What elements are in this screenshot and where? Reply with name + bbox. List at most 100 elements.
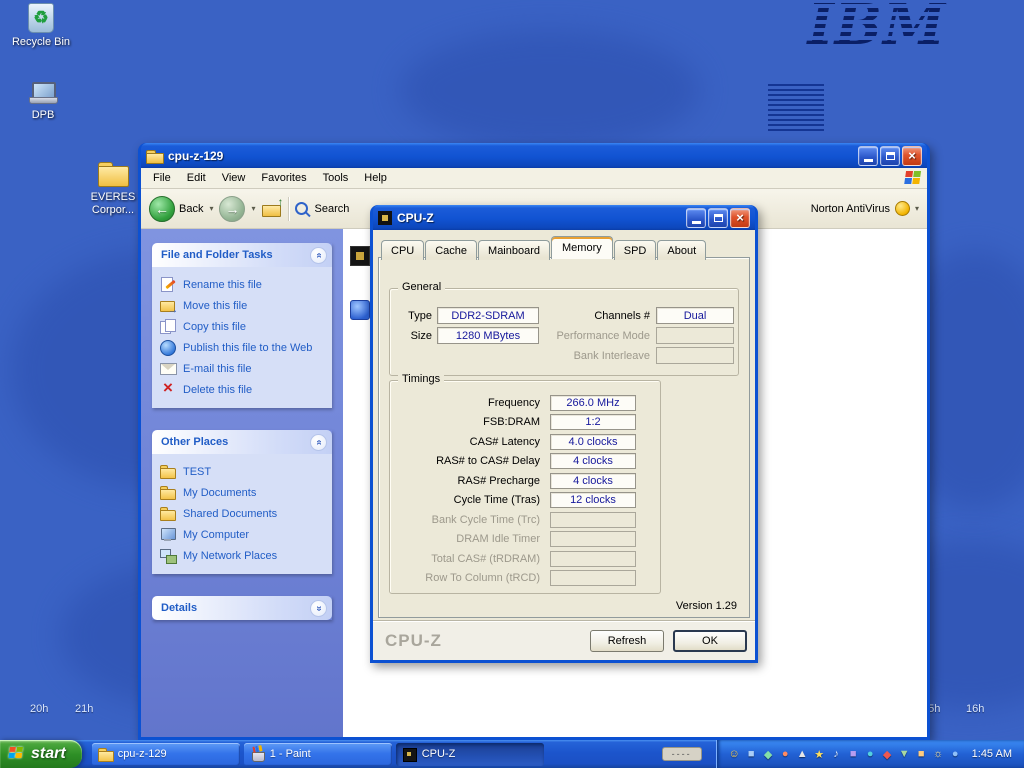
tray-icon-11[interactable]: ▼ xyxy=(896,748,913,760)
minimize-button[interactable] xyxy=(686,208,706,228)
menu-help[interactable]: Help xyxy=(356,169,395,187)
panel-link-network[interactable]: My Network Places xyxy=(160,545,328,566)
panel-link-computer[interactable]: My Computer xyxy=(160,524,328,545)
file-icon-cpuz[interactable] xyxy=(350,246,370,266)
tray-icon-13[interactable]: ☼ xyxy=(930,748,947,760)
tray-icon-14[interactable]: ● xyxy=(947,748,964,760)
dialog-footer: CPU-Z Refresh OK xyxy=(373,620,755,660)
tab-strip: CPUCacheMainboardMemorySPDAbout xyxy=(381,236,707,259)
timing-row: CAS# Latency4.0 clocks xyxy=(394,432,656,452)
panel-link-rename[interactable]: Rename this file xyxy=(160,274,328,295)
tab-mainboard[interactable]: Mainboard xyxy=(478,240,550,260)
maximize-button[interactable] xyxy=(708,208,728,228)
details-header[interactable]: Details » xyxy=(152,596,332,620)
tray-icon-3[interactable]: ◆ xyxy=(760,748,777,761)
tray-icon-12[interactable]: ■ xyxy=(913,748,930,760)
forward-dropdown-icon[interactable]: ▾ xyxy=(251,204,255,213)
wallpaper-map-shape xyxy=(400,30,700,150)
menu-file[interactable]: File xyxy=(145,169,179,187)
tray-icon-1[interactable]: ☺ xyxy=(726,748,743,760)
explorer-titlebar[interactable]: cpu-z-129 × xyxy=(141,143,927,168)
windows-logo-pane xyxy=(904,178,912,184)
file-tasks-header[interactable]: File and Folder Tasks » xyxy=(152,243,332,267)
system-tray: ☺■◆●▲★♪■●◆▼■☼● 1:45 AM xyxy=(716,740,1024,768)
taskbar-task[interactable]: cpu-z-129 xyxy=(92,743,240,766)
desktop: IBM 20h21h15h16h ♻ Recycle Bin DPB EVERE… xyxy=(0,0,1024,768)
windows-logo-icon xyxy=(904,171,924,186)
file-icon[interactable] xyxy=(350,300,370,320)
panel-link-move[interactable]: Move this file xyxy=(160,295,328,316)
tray-icon-10[interactable]: ◆ xyxy=(879,748,896,761)
other-places-header[interactable]: Other Places » xyxy=(152,430,332,454)
cpuz-watermark: CPU-Z xyxy=(385,631,442,651)
general-title: General xyxy=(398,281,445,293)
close-button[interactable]: × xyxy=(902,146,922,166)
tray-icon-2[interactable]: ■ xyxy=(743,748,760,760)
back-button[interactable]: ← xyxy=(149,196,175,222)
taskbar-task[interactable]: 1 - Paint xyxy=(244,743,392,766)
timezone-label: 20h xyxy=(30,703,48,715)
other-places-title: Other Places xyxy=(161,436,228,448)
panel-link-publish[interactable]: Publish this file to the Web xyxy=(160,337,328,358)
menu-edit[interactable]: Edit xyxy=(179,169,214,187)
timing-row: DRAM Idle Timer xyxy=(394,530,656,550)
tab-spd[interactable]: SPD xyxy=(614,240,657,260)
taskbar-grip[interactable]: ---- xyxy=(662,747,702,761)
close-button[interactable]: × xyxy=(730,208,750,228)
taskbar-task[interactable]: CPU-Z xyxy=(396,743,544,766)
window-controls: × xyxy=(686,208,750,228)
expand-chevron-icon[interactable]: » xyxy=(310,600,327,617)
tab-memory[interactable]: Memory xyxy=(551,236,613,259)
tab-cache[interactable]: Cache xyxy=(425,240,477,260)
forward-button[interactable]: → xyxy=(219,196,245,222)
refresh-button[interactable]: Refresh xyxy=(590,630,664,652)
search-button[interactable]: Search xyxy=(315,203,350,215)
panel-link-copy[interactable]: Copy this file xyxy=(160,316,328,337)
laptop-icon xyxy=(28,80,58,106)
start-button[interactable]: start xyxy=(0,740,82,768)
tray-icon-6[interactable]: ★ xyxy=(811,748,828,761)
tray-icon-7[interactable]: ♪ xyxy=(828,748,845,760)
collapse-chevron-icon[interactable]: » xyxy=(310,434,327,451)
back-dropdown-icon[interactable]: ▾ xyxy=(209,204,213,213)
channels-label: Channels # xyxy=(570,310,650,322)
desktop-icon-dpb[interactable]: DPB xyxy=(10,80,76,122)
tray-icon-5[interactable]: ▲ xyxy=(794,748,811,760)
menu-bar: FileEditViewFavoritesToolsHelp xyxy=(141,168,927,189)
size-label: Size xyxy=(394,330,432,342)
tray-icon-4[interactable]: ● xyxy=(777,748,794,760)
timing-value: 266.0 MHz xyxy=(550,395,636,411)
up-button[interactable] xyxy=(262,200,282,217)
norton-antivirus-button[interactable]: Norton AntiVirus ▾ xyxy=(811,201,919,216)
type-label: Type xyxy=(394,310,432,322)
ok-button[interactable]: OK xyxy=(673,630,747,652)
panel-link-label: Move this file xyxy=(183,300,247,312)
menu-tools[interactable]: Tools xyxy=(315,169,357,187)
timing-label: FSB:DRAM xyxy=(394,416,540,428)
timing-row: Row To Column (tRCD) xyxy=(394,569,656,589)
collapse-chevron-icon[interactable]: » xyxy=(310,247,327,264)
timing-row: Cycle Time (Tras)12 clocks xyxy=(394,491,656,511)
panel-link-folder[interactable]: TEST xyxy=(160,461,328,482)
file-tasks-panel: File and Folder Tasks » Rename this file… xyxy=(152,243,332,408)
panel-link-folder[interactable]: My Documents xyxy=(160,482,328,503)
desktop-icon-recycle-bin[interactable]: ♻ Recycle Bin xyxy=(8,3,74,49)
windows-flag-pane xyxy=(16,747,23,752)
panel-link-folder[interactable]: Shared Documents xyxy=(160,503,328,524)
desktop-icon-everes[interactable]: EVERES Corpor... xyxy=(80,160,146,217)
windows-logo-pane xyxy=(913,171,921,177)
menu-favorites[interactable]: Favorites xyxy=(253,169,314,187)
tray-icon-8[interactable]: ■ xyxy=(845,748,862,760)
email-icon xyxy=(160,361,177,376)
tray-icon-9[interactable]: ● xyxy=(862,748,879,760)
tab-about[interactable]: About xyxy=(657,240,706,260)
cpuz-titlebar[interactable]: CPU-Z × xyxy=(373,205,755,230)
panel-link-delete[interactable]: Delete this file xyxy=(160,379,328,400)
maximize-button[interactable] xyxy=(880,146,900,166)
menu-view[interactable]: View xyxy=(214,169,254,187)
timings-rows: Frequency266.0 MHzFSB:DRAM1:2CAS# Latenc… xyxy=(394,393,656,588)
minimize-button[interactable] xyxy=(858,146,878,166)
panel-link-email[interactable]: E-mail this file xyxy=(160,358,328,379)
timing-label: CAS# Latency xyxy=(394,436,540,448)
tab-cpu[interactable]: CPU xyxy=(381,240,424,260)
